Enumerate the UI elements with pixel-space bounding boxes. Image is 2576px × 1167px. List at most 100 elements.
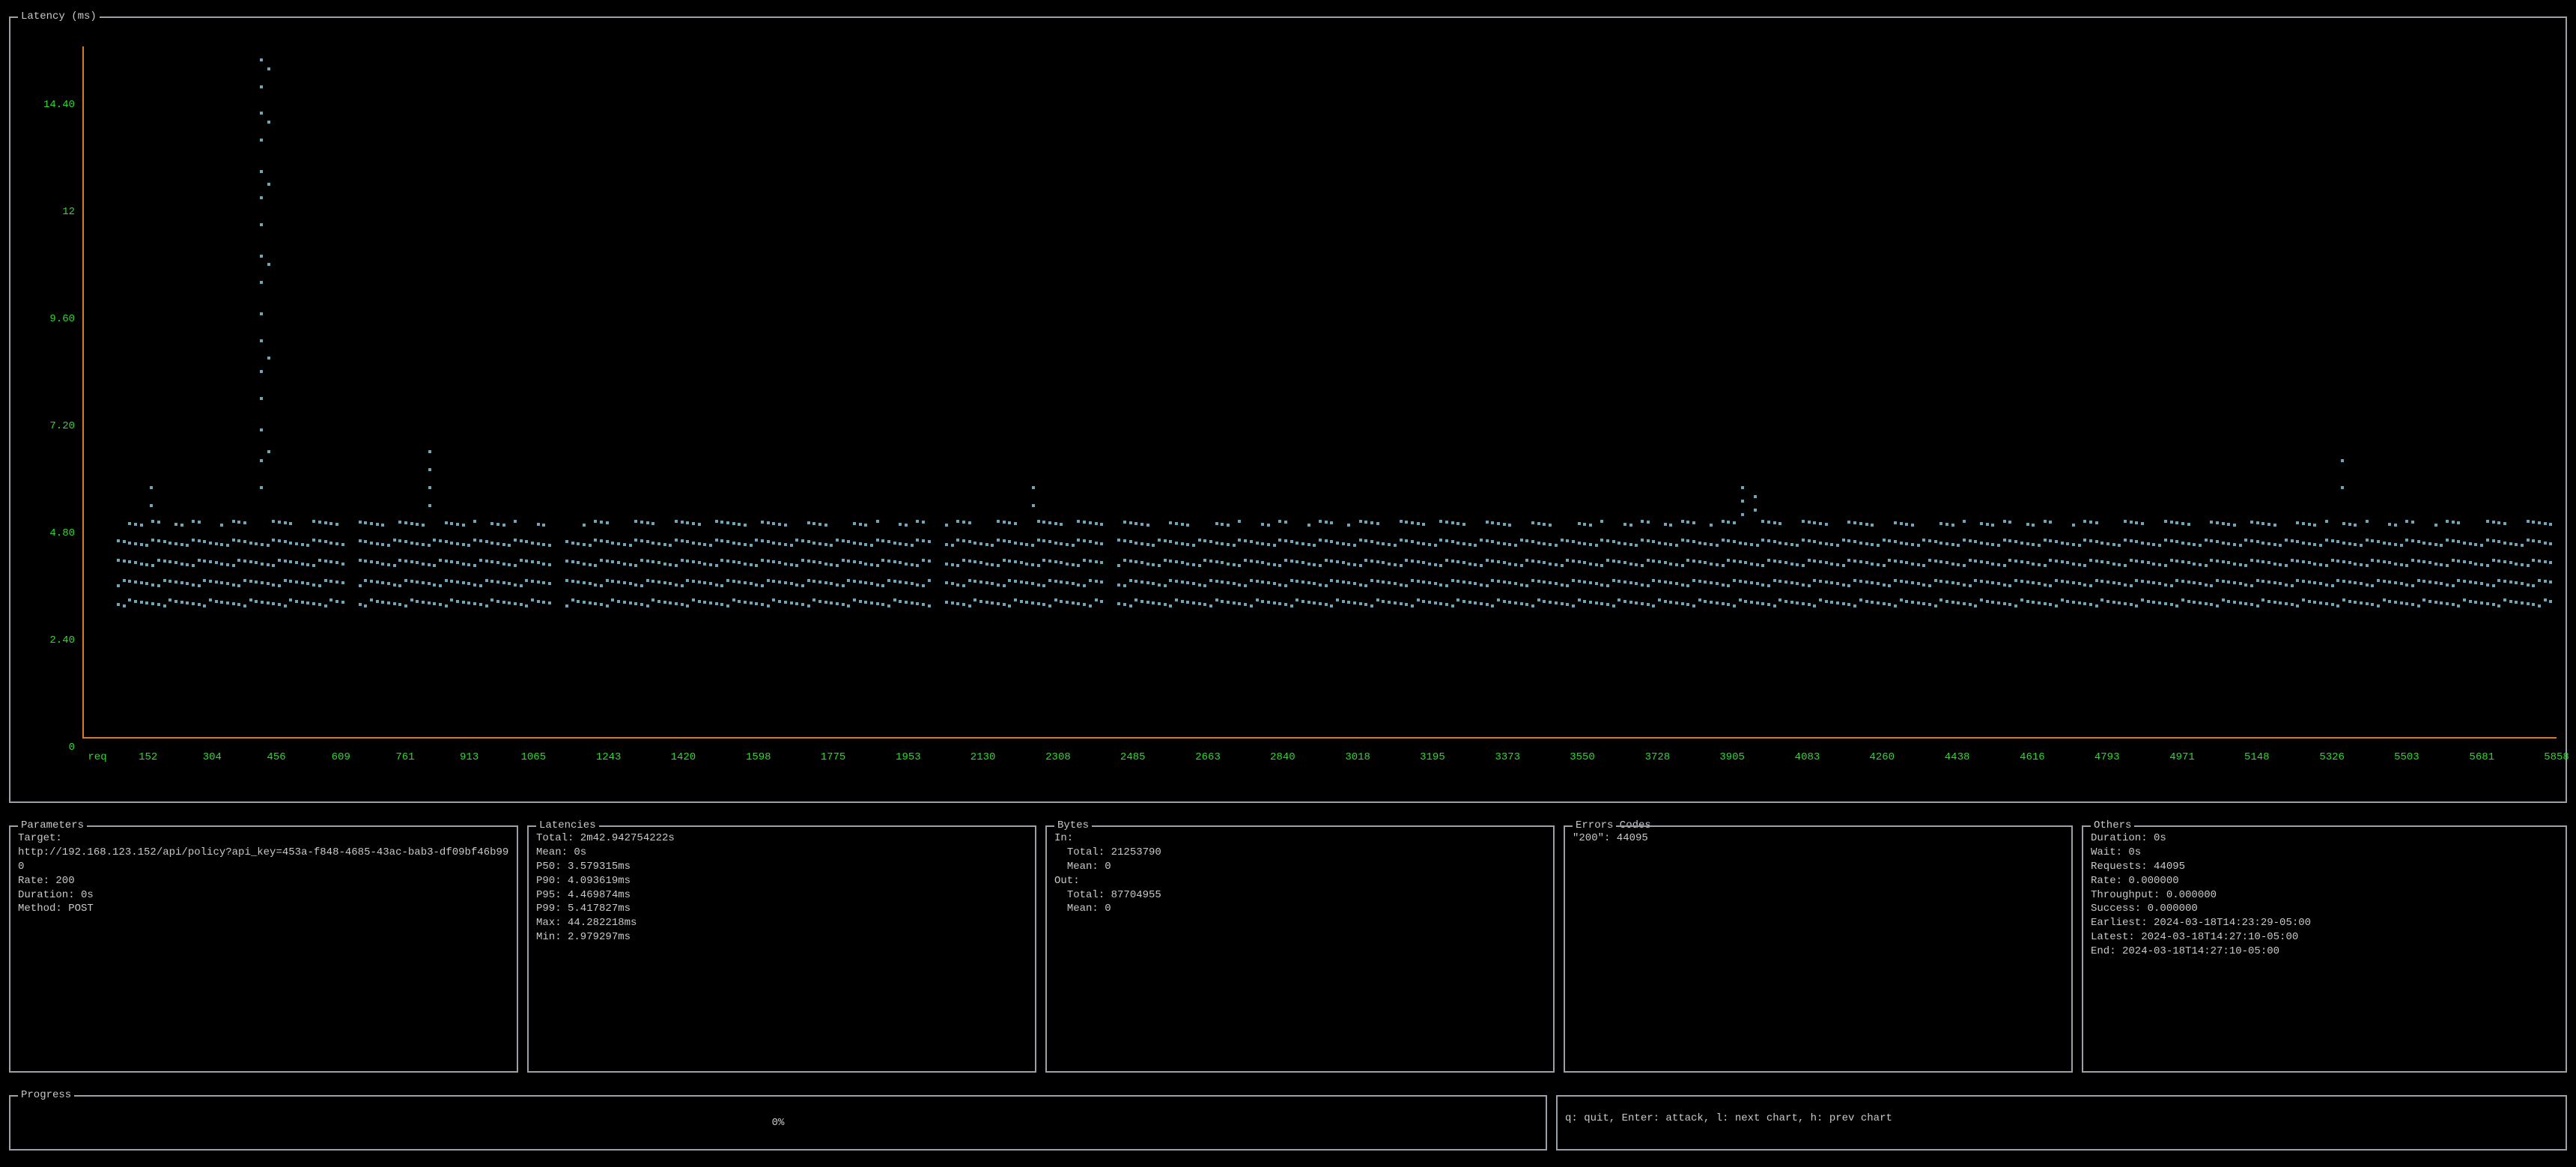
data-point: [720, 521, 723, 524]
data-point: [2474, 581, 2477, 584]
data-point: [1727, 559, 1730, 562]
data-point: [951, 582, 954, 585]
data-point: [715, 584, 718, 586]
data-point: [2273, 524, 2276, 527]
data-point: [1647, 603, 1650, 606]
data-point: [887, 579, 890, 582]
data-point: [629, 563, 632, 566]
data-point: [150, 504, 153, 507]
data-point: [520, 559, 523, 562]
bytes-title: Bytes: [1054, 819, 1092, 833]
data-point: [732, 542, 735, 545]
data-point: [2273, 601, 2276, 604]
data-point: [589, 601, 592, 604]
data-point: [1767, 603, 1770, 606]
y-axis: 14.40129.607.204.802.400: [10, 46, 79, 749]
data-point: [1997, 601, 2000, 604]
data-point: [1100, 561, 1103, 564]
data-point: [1031, 563, 1034, 566]
data-point: [1025, 543, 1028, 546]
data-point: [439, 603, 442, 606]
data-point: [1181, 542, 1184, 545]
data-point: [2083, 520, 2086, 523]
data-point: [2325, 539, 2328, 542]
data-point: [2152, 581, 2155, 584]
data-point: [1347, 524, 1350, 527]
data-point: [1164, 603, 1167, 606]
data-point: [1336, 598, 1339, 601]
data-point: [864, 601, 867, 604]
data-point: [2394, 524, 2397, 527]
data-point: [398, 539, 401, 542]
data-point: [467, 601, 470, 604]
data-point: [542, 601, 545, 604]
data-point: [715, 602, 718, 605]
data-point: [318, 584, 321, 587]
x-tick: 4438: [1945, 751, 1970, 765]
data-point: [393, 564, 396, 567]
data-point: [1905, 600, 1908, 603]
data-point: [1014, 580, 1017, 583]
data-point: [548, 601, 551, 604]
data-point: [1750, 563, 1753, 566]
data-point: [1589, 543, 1592, 546]
data-point: [1336, 542, 1339, 545]
data-point: [594, 602, 597, 605]
data-point: [2210, 521, 2213, 524]
data-point: [795, 539, 798, 542]
key-hints-panel[interactable]: q: quit, Enter: attack, l: next chart, h…: [1556, 1095, 2567, 1151]
data-point: [1238, 539, 1241, 542]
data-point: [1555, 601, 1558, 604]
data-point: [450, 598, 453, 601]
data-point: [1014, 560, 1017, 563]
data-point: [1307, 543, 1310, 546]
data-point: [2032, 601, 2035, 604]
data-point: [1928, 603, 1931, 606]
data-point: [1692, 604, 1695, 607]
data-point: [456, 600, 459, 603]
data-point: [1095, 522, 1098, 525]
data-point: [876, 539, 879, 542]
data-point: [2205, 584, 2208, 586]
x-tick: 2663: [1195, 751, 1221, 765]
data-point: [318, 539, 321, 542]
data-point: [1077, 539, 1080, 542]
data-point: [1503, 581, 1506, 584]
data-point: [537, 523, 540, 526]
data-point: [2147, 581, 2150, 584]
progress-title: Progress: [18, 1088, 74, 1103]
data-point: [226, 544, 229, 547]
data-point: [997, 539, 1000, 542]
data-point: [163, 604, 166, 607]
data-point: [2267, 542, 2270, 545]
x-tick: 5326: [2319, 751, 2345, 765]
data-point: [2227, 542, 2230, 545]
data-point: [1561, 564, 1564, 567]
data-point: [1077, 584, 1080, 586]
data-point: [1796, 563, 1799, 566]
data-point: [2492, 539, 2495, 542]
data-point: [1060, 600, 1063, 603]
data-point: [2527, 539, 2530, 542]
data-point: [335, 523, 338, 526]
data-point: [859, 542, 862, 545]
data-point: [2187, 600, 2190, 603]
data-point: [537, 542, 540, 545]
data-point: [2066, 600, 2069, 603]
data-point: [267, 357, 270, 360]
data-point: [1658, 560, 1661, 563]
data-point: [692, 580, 695, 583]
data-point: [2469, 542, 2472, 545]
data-point: [1957, 601, 1960, 604]
data-point: [2233, 601, 2236, 604]
data-point: [284, 560, 287, 563]
data-point: [1561, 584, 1564, 586]
data-point: [1342, 561, 1345, 564]
data-point: [422, 601, 425, 604]
data-point: [1997, 582, 2000, 585]
data-point: [2049, 521, 2052, 524]
data-point: [2049, 603, 2052, 606]
data-point: [1531, 521, 1534, 524]
data-point: [876, 564, 879, 567]
data-point: [2503, 580, 2506, 583]
